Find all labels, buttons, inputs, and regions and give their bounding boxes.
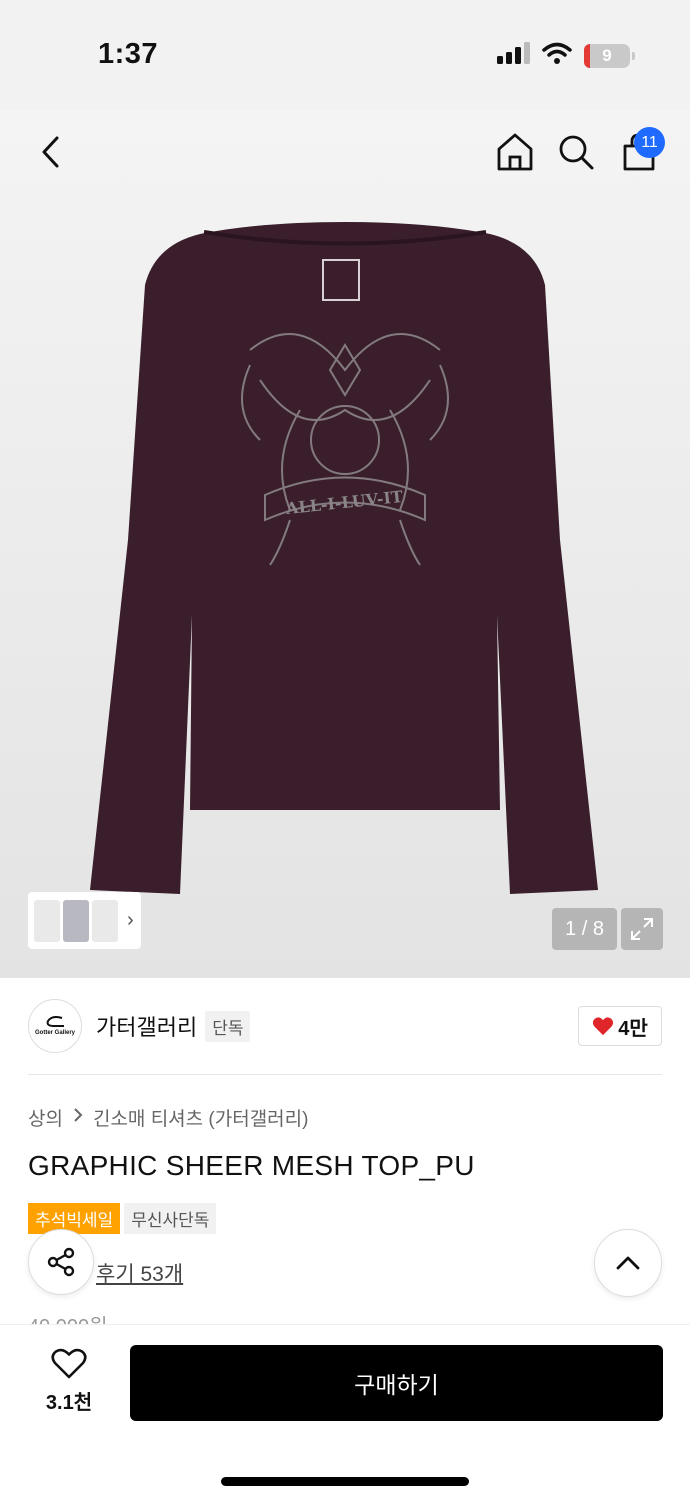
home-icon — [497, 133, 533, 171]
brand-like-count: 4만 — [618, 1017, 648, 1040]
brand-logo[interactable]: Gotter Gallery — [28, 999, 82, 1053]
chevron-right-icon: › — [127, 909, 134, 931]
search-button[interactable] — [555, 130, 597, 174]
thumbnail-image — [63, 899, 89, 942]
breadcrumb-category[interactable]: 상의 — [28, 1104, 63, 1131]
product-image: ALL-I-LUV-IT — [90, 222, 598, 894]
brand-name[interactable]: 가터갤러리 — [96, 1010, 197, 1042]
signal-icon — [496, 42, 530, 69]
heart-filled-icon — [593, 1017, 614, 1036]
home-indicator — [221, 1477, 469, 1486]
breadcrumb: 상의 긴소매 티셔츠 (가터갤러리) — [28, 1104, 308, 1131]
expand-button[interactable] — [621, 908, 663, 950]
wishlist-count: 3.1천 — [45, 1392, 93, 1414]
heart-outline-icon — [51, 1348, 87, 1379]
wifi-icon — [542, 42, 572, 69]
thumbnail-strip[interactable]: › — [28, 892, 141, 949]
brand-logo-mark — [46, 1016, 64, 1027]
share-button[interactable] — [28, 1229, 94, 1295]
thumbnail-image — [34, 899, 60, 942]
expand-icon — [631, 918, 653, 940]
sale-badge: 추석빅세일 — [28, 1203, 121, 1234]
battery-level: 9 — [602, 45, 612, 65]
scroll-top-button[interactable] — [594, 1229, 662, 1297]
product-image-gallery[interactable]: ALL-I-LUV-IT — [0, 110, 690, 978]
chevron-up-icon — [616, 1256, 640, 1270]
breadcrumb-subcategory[interactable]: 긴소매 티셔츠 (가터갤러리) — [93, 1104, 309, 1131]
brand-exclusive-tag: 단독 — [205, 1010, 251, 1042]
brand-row: Gotter Gallery 가터갤러리 단독 4만 — [28, 998, 662, 1054]
divider — [28, 1074, 662, 1075]
status-icons: 9 — [496, 42, 635, 69]
back-button[interactable] — [30, 130, 70, 174]
chevron-left-icon — [42, 136, 59, 168]
brand-like-button[interactable]: 4만 — [578, 1006, 662, 1046]
image-pager: 1 / 8 — [552, 908, 617, 950]
reviews-link[interactable]: 후기 53개 — [96, 1258, 183, 1288]
brand-logo-text: Gotter Gallery — [34, 1030, 75, 1036]
battery-icon: 9 — [584, 43, 635, 68]
exclusive-badge: 무신사단독 — [124, 1203, 217, 1234]
thumbnail-image — [92, 899, 118, 942]
product-title: GRAPHIC SHEER MESH TOP_PU — [28, 1150, 475, 1181]
status-time: 1:37 — [98, 38, 159, 70]
status-bar: 1:37 9 — [0, 0, 690, 110]
cart-count-badge: 11 — [634, 127, 665, 158]
chevron-right-icon — [73, 1107, 83, 1129]
wishlist-button[interactable]: 3.1천 — [36, 1348, 102, 1415]
share-icon — [47, 1247, 75, 1277]
home-button[interactable] — [495, 130, 535, 174]
buy-button[interactable]: 구매하기 — [130, 1345, 663, 1421]
search-icon — [559, 135, 594, 170]
